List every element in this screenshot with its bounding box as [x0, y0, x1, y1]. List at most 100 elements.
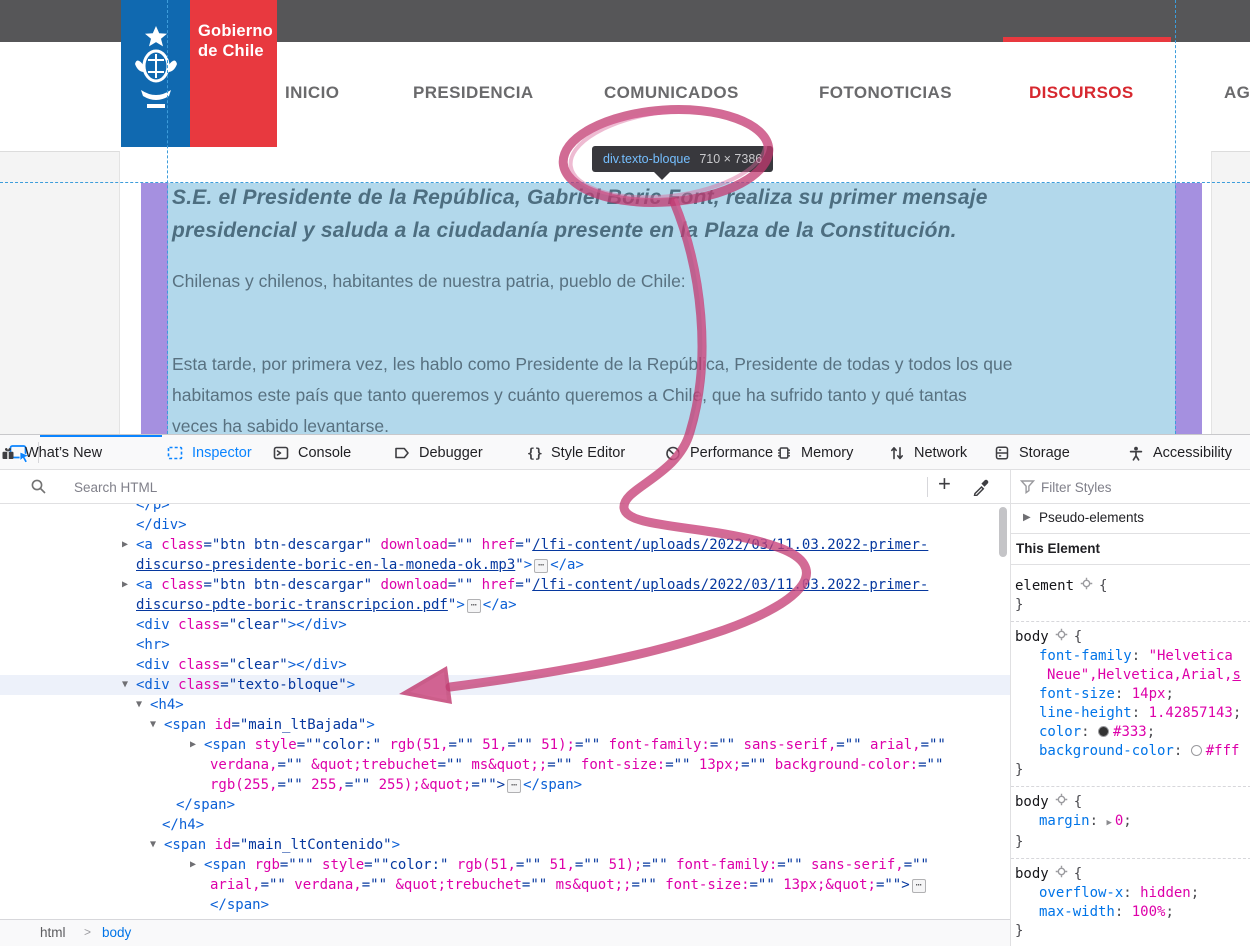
nav-item-fotonoticias[interactable]: FOTONOTICIAS [819, 83, 952, 103]
rule-selector[interactable]: body{ [1015, 793, 1250, 812]
markup-node[interactable]: <hr> [136, 635, 170, 655]
tab-memory[interactable]: Memory [776, 435, 853, 470]
pseudo-elements-section[interactable]: ▶ Pseudo-elements [1011, 504, 1250, 534]
rule-declaration[interactable]: overflow-x: hidden; [1015, 884, 1250, 903]
markup-node[interactable]: rgb(255,="" 255,="" 255);&quot;="">⋯</sp… [210, 775, 582, 795]
markup-node[interactable]: <div class="clear"></div> [136, 615, 347, 635]
rule-declaration[interactable]: max-width: 100%; [1015, 903, 1250, 922]
markup-node-selected[interactable]: ▼<div class="texto-bloque"> [136, 675, 355, 695]
css-rule[interactable]: body{margin: ▶0;} [1011, 787, 1250, 859]
declaration-token: #fff [1206, 743, 1240, 759]
markup-node[interactable]: arial,="" verdana,="" &quot;trebuchet=""… [210, 875, 928, 895]
markup-node[interactable]: </div> [136, 515, 187, 535]
markup-node[interactable]: discurso-presidente-boric-en-la-moneda-o… [136, 555, 584, 575]
breadcrumb-item-html[interactable]: html [40, 925, 66, 940]
markup-token: ="clear" [220, 617, 287, 633]
breadcrumb-item-body[interactable]: body [102, 925, 131, 940]
tab-storage[interactable]: Storage [994, 435, 1070, 470]
collapsed-children-badge[interactable]: ⋯ [507, 779, 521, 793]
lead-line: S.E. el Presidente de la República, Gabr… [172, 182, 1157, 215]
markup-node[interactable]: <div class="clear"></div> [136, 655, 347, 675]
rule-declaration[interactable]: font-size: 14px; [1015, 685, 1250, 704]
twisty-collapsed-icon[interactable]: ▶ [190, 735, 196, 755]
twisty-expanded-icon[interactable]: ▼ [122, 675, 128, 695]
rule-declaration[interactable]: line-height: 1.42857143; [1015, 704, 1250, 723]
tab-accessibility[interactable]: Accessibility [1128, 435, 1232, 470]
markup-token: 51, [474, 737, 508, 753]
attribute-link[interactable]: discurso-pdte-boric-transcripcion.pdf [136, 597, 448, 613]
markup-token: id [206, 837, 231, 853]
rule-declaration[interactable]: background-color: #fff [1015, 742, 1250, 761]
logo-red-panel: Gobierno de Chile [190, 0, 277, 147]
attribute-link[interactable]: discurso-presidente-boric-en-la-moneda-o… [136, 557, 515, 573]
markup-token: ="" [547, 757, 572, 773]
nav-item-discursos[interactable]: DISCURSOS [1029, 83, 1134, 103]
rule-selector[interactable]: body{ [1015, 865, 1250, 884]
twisty-collapsed-icon[interactable]: ▶ [122, 575, 128, 595]
markup-scrollbar-thumb[interactable] [999, 507, 1007, 557]
twisty-collapsed-icon[interactable]: ▶ [122, 535, 128, 555]
tab-style-editor[interactable]: {}Style Editor [526, 435, 625, 470]
search-html-input[interactable] [74, 474, 774, 500]
tab-label: Performance [690, 445, 773, 461]
markup-node[interactable]: discurso-pdte-boric-transcripcion.pdf">⋯… [136, 595, 517, 615]
attribute-link[interactable]: /lfi-content/uploads/2022/03/11.03.2022-… [532, 577, 928, 593]
css-rule[interactable]: element{} [1011, 571, 1250, 622]
highlight-selector-target-icon[interactable] [1080, 577, 1093, 596]
rule-declaration[interactable]: color: #333; [1015, 723, 1250, 742]
twisty-expanded-icon[interactable]: ▼ [136, 695, 142, 715]
attribute-link[interactable]: /lfi-content/uploads/2022/03/11.03.2022-… [532, 537, 928, 553]
collapsed-children-badge[interactable]: ⋯ [534, 559, 548, 573]
nav-item-inicio[interactable]: INICIO [285, 83, 339, 103]
tab-inspector[interactable]: Inspector [167, 435, 252, 470]
markup-token: </p> [136, 504, 170, 513]
gobierno-de-chile-logo[interactable]: Gobierno de Chile [121, 0, 277, 147]
highlight-selector-target-icon[interactable] [1055, 865, 1068, 884]
declaration-token: s [1232, 667, 1240, 683]
markup-node[interactable]: ▶<a class="btn btn-descargar" download="… [136, 535, 928, 555]
markup-node[interactable]: ▶<span rgb=""" style=""color:" rgb(51,="… [204, 855, 929, 875]
nav-item-presidencia[interactable]: PRESIDENCIA [413, 83, 534, 103]
paragraph-line: Esta tarde, por primera vez, les hablo c… [172, 349, 1157, 380]
nav-item-agenda[interactable]: AGENDA [1224, 83, 1250, 103]
css-rule[interactable]: body{font-family: "HelveticaNeue",Helvet… [1011, 622, 1250, 787]
markup-node[interactable]: </p> [136, 504, 170, 515]
markup-node[interactable]: verdana,="" &quot;trebuchet="" ms&quot;;… [210, 755, 943, 775]
highlight-selector-target-icon[interactable] [1055, 628, 1068, 647]
markup-view[interactable]: </p></div>▶<a class="btn btn-descargar" … [0, 504, 1010, 919]
rule-selector[interactable]: element{ [1015, 577, 1250, 596]
markup-node[interactable]: ▶<a class="btn btn-descargar" download="… [136, 575, 928, 595]
highlight-selector-target-icon[interactable] [1055, 793, 1068, 812]
collapsed-children-badge[interactable]: ⋯ [912, 879, 926, 893]
markup-node[interactable]: </span> [176, 795, 235, 815]
markup-node[interactable]: ▼<h4> [150, 695, 184, 715]
collapsed-children-badge[interactable]: ⋯ [467, 599, 481, 613]
markup-node[interactable]: ▼<span id="main_ltBajada"> [164, 715, 375, 735]
tab-network[interactable]: Network [889, 435, 967, 470]
twisty-expanded-icon[interactable]: ▼ [150, 835, 156, 855]
tab-whats-new[interactable]: What’s New [0, 435, 102, 470]
markup-node[interactable]: </span> [210, 895, 269, 915]
rule-declaration[interactable]: font-family: "Helvetica [1015, 647, 1250, 666]
twisty-expanded-icon[interactable]: ▼ [150, 715, 156, 735]
tab-console[interactable]: Console [273, 435, 351, 470]
rule-declaration[interactable]: margin: ▶0; [1015, 812, 1250, 833]
nav-item-comunicados[interactable]: COMUNICADOS [604, 83, 739, 103]
color-swatch[interactable] [1098, 726, 1109, 737]
tab-performance[interactable]: Performance [665, 435, 773, 470]
markup-node[interactable]: </h4> [162, 815, 204, 835]
shorthand-twisty-icon[interactable]: ▶ [1106, 814, 1111, 833]
declaration-token: 1.42857143 [1149, 705, 1233, 721]
twisty-collapsed-icon[interactable]: ▶ [190, 855, 196, 875]
rule-declaration[interactable]: Neue",Helvetica,Arial,s [1015, 666, 1250, 685]
rule-selector[interactable]: body{ [1015, 628, 1250, 647]
tab-debugger[interactable]: Debugger [394, 435, 483, 470]
markup-token: arial, [210, 877, 261, 893]
markup-node[interactable]: ▶<span style=""color:" rgb(51,="" 51,=""… [204, 735, 946, 755]
create-node-button[interactable]: + [938, 471, 951, 497]
color-swatch[interactable] [1191, 745, 1202, 756]
eyedropper-icon[interactable] [972, 477, 991, 496]
markup-node[interactable]: ▼<span id="main_ltContenido"> [164, 835, 400, 855]
css-rule[interactable]: body{overflow-x: hidden;max-width: 100%;… [1011, 859, 1250, 946]
filter-styles-input[interactable] [1041, 474, 1221, 500]
